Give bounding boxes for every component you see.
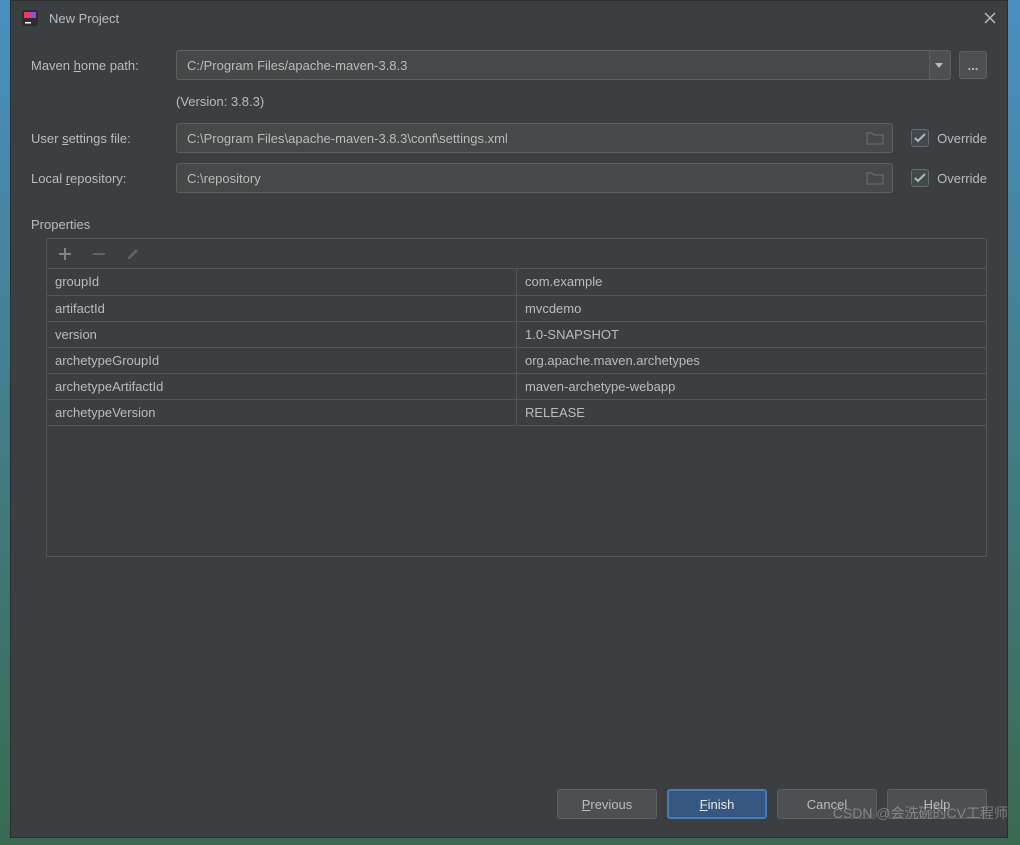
folder-icon[interactable] [866,131,884,145]
properties-table: groupIdcom.exampleartifactIdmvcdemoversi… [47,269,986,426]
local-repo-input[interactable]: C:\repository [176,163,893,193]
properties-empty-area [47,426,986,556]
settings-file-input[interactable]: C:\Program Files\apache-maven-3.8.3\conf… [176,123,893,153]
maven-home-label: Maven home path: [31,58,176,73]
cancel-button[interactable]: Cancel [777,789,877,819]
window-title: New Project [49,11,983,26]
property-value: maven-archetype-webapp [517,373,987,399]
app-icon [21,9,39,27]
dialog-button-bar: Previous Finish Cancel Help [31,777,987,827]
local-repo-label: Local repository: [31,171,176,186]
folder-icon[interactable] [866,171,884,185]
help-button[interactable]: Help [887,789,987,819]
table-row[interactable]: version1.0-SNAPSHOT [47,321,986,347]
property-value: 1.0-SNAPSHOT [517,321,987,347]
maven-home-value: C:/Program Files/apache-maven-3.8.3 [187,58,407,73]
maven-home-browse-button[interactable]: ... [959,51,987,79]
maven-home-dropdown[interactable] [927,50,951,80]
repo-override-label: Override [937,171,987,186]
property-key: archetypeArtifactId [47,373,517,399]
add-property-button[interactable] [57,246,73,262]
local-repo-value: C:\repository [187,171,261,186]
table-row[interactable]: archetypeArtifactIdmaven-archetype-webap… [47,373,986,399]
finish-button[interactable]: Finish [667,789,767,819]
properties-section-label: Properties [31,217,987,232]
close-button[interactable] [983,11,997,25]
titlebar: New Project [11,1,1007,35]
table-row[interactable]: archetypeVersionRELEASE [47,399,986,425]
settings-file-label: User settings file: [31,131,176,146]
property-key: version [47,321,517,347]
maven-version-note: (Version: 3.8.3) [176,94,987,109]
table-row[interactable]: archetypeGroupIdorg.apache.maven.archety… [47,347,986,373]
table-row[interactable]: groupIdcom.example [47,269,986,295]
property-value: com.example [517,269,987,295]
settings-override-checkbox[interactable] [911,129,929,147]
property-key: archetypeVersion [47,399,517,425]
property-value: RELEASE [517,399,987,425]
remove-property-button[interactable] [91,246,107,262]
edit-property-button[interactable] [125,246,141,262]
settings-file-value: C:\Program Files\apache-maven-3.8.3\conf… [187,131,508,146]
property-key: artifactId [47,295,517,321]
property-key: archetypeGroupId [47,347,517,373]
property-value: mvcdemo [517,295,987,321]
table-row[interactable]: artifactIdmvcdemo [47,295,986,321]
previous-button[interactable]: Previous [557,789,657,819]
properties-toolbar [47,239,986,269]
maven-home-combo[interactable]: C:/Program Files/apache-maven-3.8.3 [176,50,930,80]
property-key: groupId [47,269,517,295]
new-project-dialog: New Project Maven home path: C:/Program … [10,0,1008,838]
properties-panel: groupIdcom.exampleartifactIdmvcdemoversi… [46,238,987,557]
settings-override-label: Override [937,131,987,146]
repo-override-checkbox[interactable] [911,169,929,187]
property-value: org.apache.maven.archetypes [517,347,987,373]
